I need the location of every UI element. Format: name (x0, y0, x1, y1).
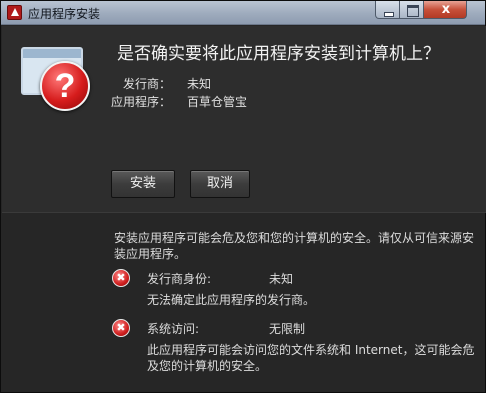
publisher-value: 未知 (187, 77, 212, 91)
install-question: 是否确实要将此应用程序安装到计算机上？ (117, 44, 440, 64)
system-access-risk-icon: ✖ (112, 319, 130, 337)
minimize-button[interactable] (375, 1, 400, 19)
application-value: 百草仓管宝 (187, 95, 248, 109)
system-access-label: 系统访问: (147, 322, 200, 336)
cancel-button[interactable]: 取消 (190, 170, 250, 198)
maximize-button[interactable] (399, 1, 424, 19)
close-icon: x (441, 2, 451, 17)
install-dialog: 应用程序安装 x ? 是否确实要将此应用程序安装到计算机上？ 发行商： 未知 应… (0, 0, 486, 393)
system-access-desc: 此应用程序可能会访问您的文件系统和 Internet，这可能会危及您的计算机的安… (147, 343, 475, 373)
title-bar[interactable]: 应用程序安装 x (1, 1, 485, 25)
system-access-value: 无限制 (269, 322, 306, 336)
install-button[interactable]: 安装 (111, 170, 175, 198)
window-title: 应用程序安装 (28, 7, 101, 21)
close-button[interactable]: x (423, 1, 467, 19)
publisher-identity-desc: 无法确定此应用程序的发行商。 (147, 293, 316, 307)
application-label: 应用程序： (110, 95, 171, 109)
question-warning-icon: ? (40, 61, 90, 111)
section-divider (2, 212, 486, 213)
security-warning-text: 安装应用程序可能会危及您和您的计算机的安全。请仅从可信来源安装应用程序。 (114, 231, 475, 261)
publisher-identity-label: 发行商身份: (147, 272, 212, 286)
publisher-label: 发行商： (122, 77, 171, 91)
publisher-risk-icon: ✖ (112, 269, 130, 287)
air-app-icon (7, 5, 22, 20)
publisher-identity-value: 未知 (269, 272, 294, 286)
